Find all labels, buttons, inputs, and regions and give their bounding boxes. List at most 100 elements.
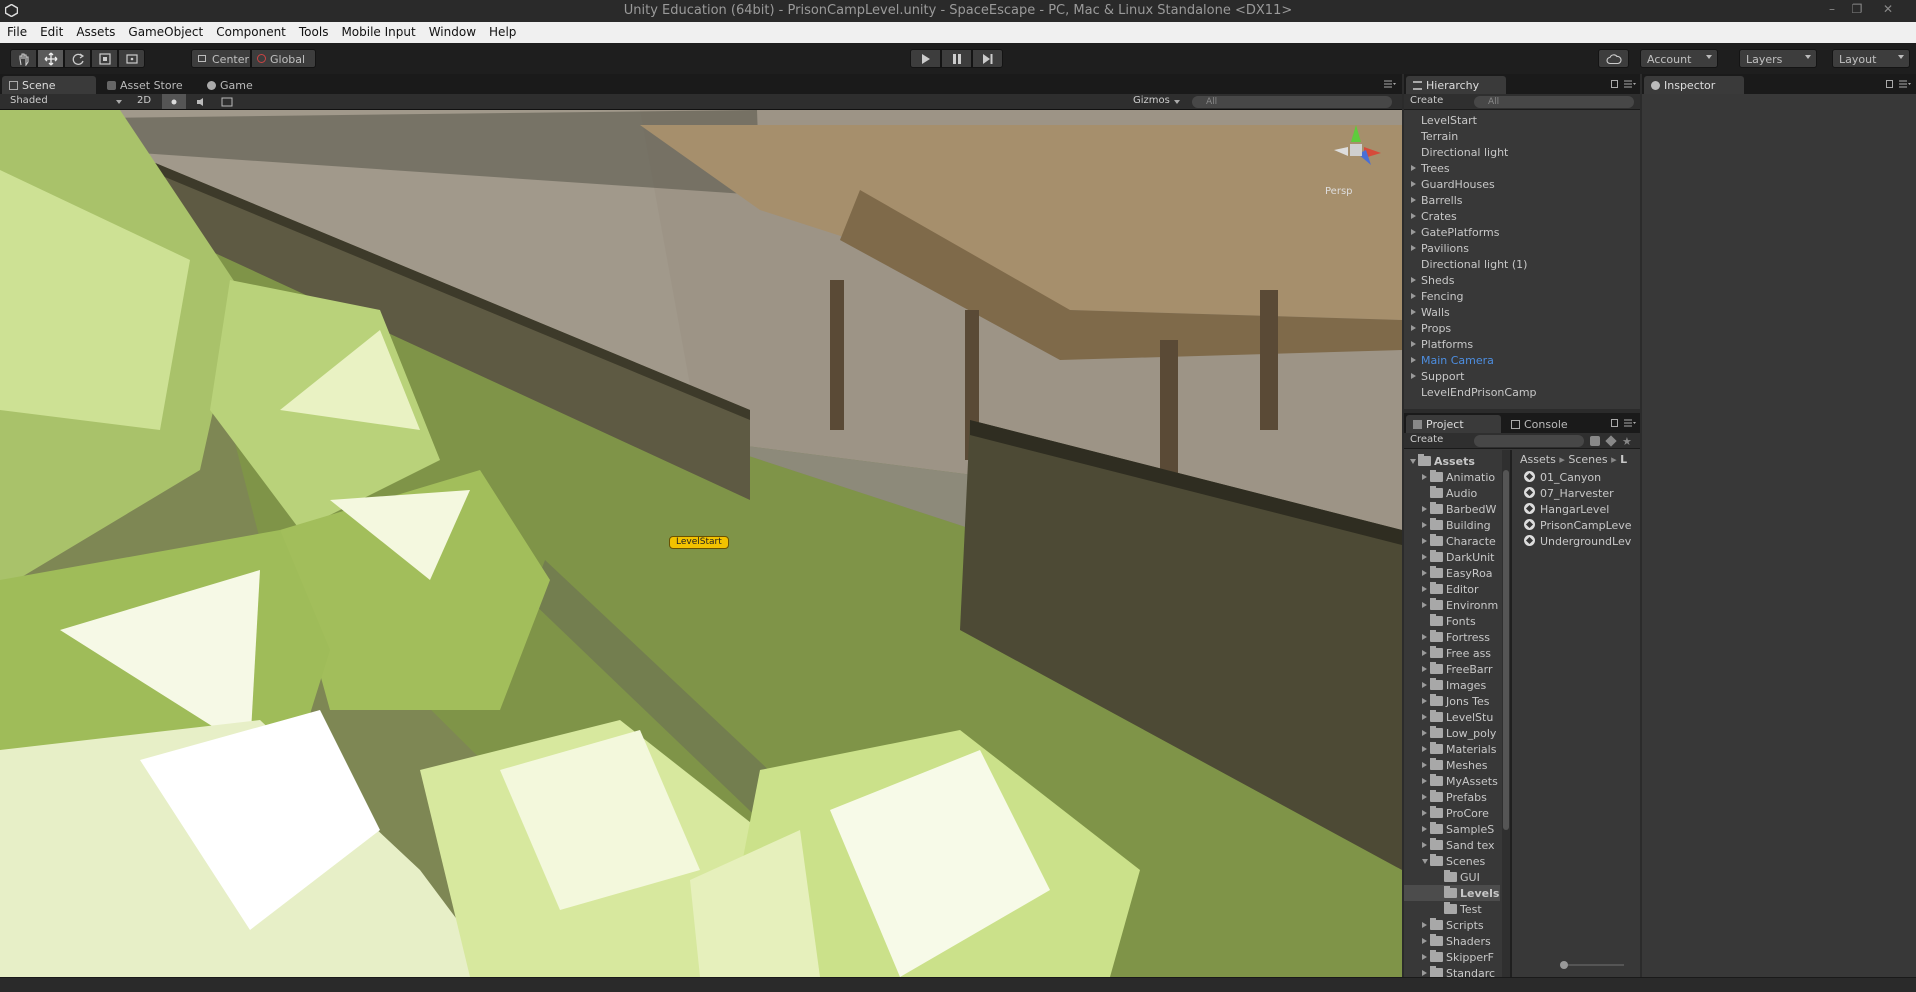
- hierarchy-item[interactable]: LevelEndPrisonCamp: [1404, 384, 1640, 400]
- restore-icon[interactable]: ❐: [1845, 2, 1869, 18]
- expand-arrow-icon[interactable]: [1422, 778, 1427, 784]
- folder-tree-item[interactable]: Sand tex: [1404, 837, 1500, 853]
- folder-tree-item[interactable]: MyAssets: [1404, 773, 1500, 789]
- expand-arrow-icon[interactable]: [1422, 666, 1427, 672]
- menu-window[interactable]: Window: [422, 22, 482, 43]
- tab-console[interactable]: Console: [1504, 415, 1578, 433]
- expand-arrow-icon[interactable]: [1411, 277, 1416, 283]
- expand-arrow-icon[interactable]: [1411, 341, 1416, 347]
- folder-tree-item[interactable]: Test: [1404, 901, 1500, 917]
- play-button[interactable]: [910, 49, 941, 68]
- hierarchy-item[interactable]: GatePlatforms: [1404, 224, 1640, 240]
- expand-arrow-icon[interactable]: [1422, 970, 1427, 976]
- cloud-button[interactable]: [1598, 49, 1629, 68]
- tab-asset-store[interactable]: Asset Store: [100, 76, 193, 94]
- tab-scene[interactable]: Scene: [2, 76, 96, 94]
- expand-arrow-icon[interactable]: [1411, 165, 1416, 171]
- menu-component[interactable]: Component: [209, 22, 292, 43]
- folder-tree-item[interactable]: Building: [1404, 517, 1500, 533]
- icon-size-slider[interactable]: [1560, 961, 1624, 969]
- expand-arrow-icon[interactable]: [1422, 506, 1427, 512]
- rect-tool-button[interactable]: [118, 49, 145, 68]
- menu-tools[interactable]: Tools: [292, 22, 335, 43]
- folder-tree-item[interactable]: ProCore: [1404, 805, 1500, 821]
- perspective-label[interactable]: Persp: [1325, 186, 1353, 197]
- filter-label-icon[interactable]: [1605, 435, 1617, 447]
- expand-arrow-icon[interactable]: [1422, 650, 1427, 656]
- icon-size-slider-thumb[interactable]: [1560, 961, 1568, 969]
- space-toggle-button[interactable]: Global: [251, 49, 316, 68]
- expand-arrow-icon[interactable]: [1410, 459, 1416, 464]
- scene-asset-item[interactable]: 01_Canyon: [1524, 469, 1634, 485]
- panel-menu-icon[interactable]: [1384, 80, 1396, 88]
- hierarchy-item[interactable]: Sheds: [1404, 272, 1640, 288]
- folder-tree-item[interactable]: Fortress: [1404, 629, 1500, 645]
- tree-scrollbar[interactable]: [1502, 450, 1510, 977]
- folder-tree-root[interactable]: Assets: [1404, 453, 1500, 469]
- project-search-input[interactable]: [1474, 435, 1584, 447]
- expand-arrow-icon[interactable]: [1422, 570, 1427, 576]
- expand-arrow-icon[interactable]: [1411, 213, 1416, 219]
- hierarchy-item[interactable]: Props: [1404, 320, 1640, 336]
- hierarchy-item[interactable]: Walls: [1404, 304, 1640, 320]
- hierarchy-item[interactable]: Directional light: [1404, 144, 1640, 160]
- lighting-toggle-button[interactable]: [162, 94, 186, 109]
- hierarchy-item[interactable]: Trees: [1404, 160, 1640, 176]
- expand-arrow-icon[interactable]: [1422, 922, 1427, 928]
- hierarchy-item[interactable]: Support: [1404, 368, 1640, 384]
- lock-icon[interactable]: [1611, 80, 1618, 88]
- expand-arrow-icon[interactable]: [1422, 602, 1427, 608]
- folder-tree-item[interactable]: DarkUnit: [1404, 549, 1500, 565]
- menu-edit[interactable]: Edit: [33, 22, 69, 43]
- folder-tree-item[interactable]: Audio: [1404, 485, 1500, 501]
- folder-tree-item[interactable]: Materials: [1404, 741, 1500, 757]
- lock-icon[interactable]: [1886, 80, 1893, 88]
- expand-arrow-icon[interactable]: [1422, 954, 1427, 960]
- folder-tree-item[interactable]: Meshes: [1404, 757, 1500, 773]
- close-icon[interactable]: ✕: [1876, 2, 1900, 18]
- tab-hierarchy[interactable]: Hierarchy: [1406, 76, 1506, 94]
- scene-asset-item[interactable]: UndergroundLev: [1524, 533, 1634, 549]
- folder-tree-item[interactable]: Editor: [1404, 581, 1500, 597]
- hierarchy-item[interactable]: GuardHouses: [1404, 176, 1640, 192]
- expand-arrow-icon[interactable]: [1411, 325, 1416, 331]
- menu-file[interactable]: File: [0, 22, 33, 43]
- expand-arrow-icon[interactable]: [1422, 730, 1427, 736]
- scene-viewport[interactable]: Persp LevelStart: [0, 110, 1402, 977]
- scene-asset-item[interactable]: HangarLevel: [1524, 501, 1634, 517]
- expand-arrow-icon[interactable]: [1411, 357, 1416, 363]
- folder-tree-item[interactable]: Fonts: [1404, 613, 1500, 629]
- expand-arrow-icon[interactable]: [1422, 842, 1427, 848]
- expand-arrow-icon[interactable]: [1422, 762, 1427, 768]
- expand-arrow-icon[interactable]: [1422, 826, 1427, 832]
- scale-tool-button[interactable]: [91, 49, 118, 68]
- rotate-tool-button[interactable]: [64, 49, 91, 68]
- expand-arrow-icon[interactable]: [1411, 229, 1416, 235]
- minimize-icon[interactable]: –: [1820, 2, 1844, 18]
- folder-tree-item[interactable]: Animatio: [1404, 469, 1500, 485]
- folder-tree-item[interactable]: BarbedW: [1404, 501, 1500, 517]
- layout-dropdown[interactable]: Layout: [1832, 49, 1910, 68]
- hierarchy-item[interactable]: Main Camera: [1404, 352, 1640, 368]
- hierarchy-item[interactable]: Fencing: [1404, 288, 1640, 304]
- pause-button[interactable]: [941, 49, 972, 68]
- audio-toggle-button[interactable]: [190, 94, 214, 109]
- tab-game[interactable]: Game: [200, 76, 263, 94]
- tab-project[interactable]: Project: [1406, 415, 1501, 433]
- folder-tree-item[interactable]: SkipperF: [1404, 949, 1500, 965]
- folder-tree-item[interactable]: Environm: [1404, 597, 1500, 613]
- project-create-dropdown[interactable]: Create: [1410, 434, 1443, 445]
- hierarchy-item[interactable]: Platforms: [1404, 336, 1640, 352]
- menu-assets[interactable]: Assets: [69, 22, 121, 43]
- expand-arrow-icon[interactable]: [1422, 810, 1427, 816]
- hierarchy-item[interactable]: LevelStart: [1404, 112, 1640, 128]
- panel-menu-icon[interactable]: [1624, 419, 1636, 427]
- expand-arrow-icon[interactable]: [1422, 682, 1427, 688]
- menu-gameobject[interactable]: GameObject: [121, 22, 209, 43]
- panel-menu-icon[interactable]: [1899, 80, 1911, 88]
- account-dropdown[interactable]: Account: [1640, 49, 1718, 68]
- hierarchy-item[interactable]: Barrells: [1404, 192, 1640, 208]
- panel-menu-icon[interactable]: [1624, 80, 1636, 88]
- move-tool-button[interactable]: [37, 49, 64, 68]
- expand-arrow-icon[interactable]: [1411, 373, 1416, 379]
